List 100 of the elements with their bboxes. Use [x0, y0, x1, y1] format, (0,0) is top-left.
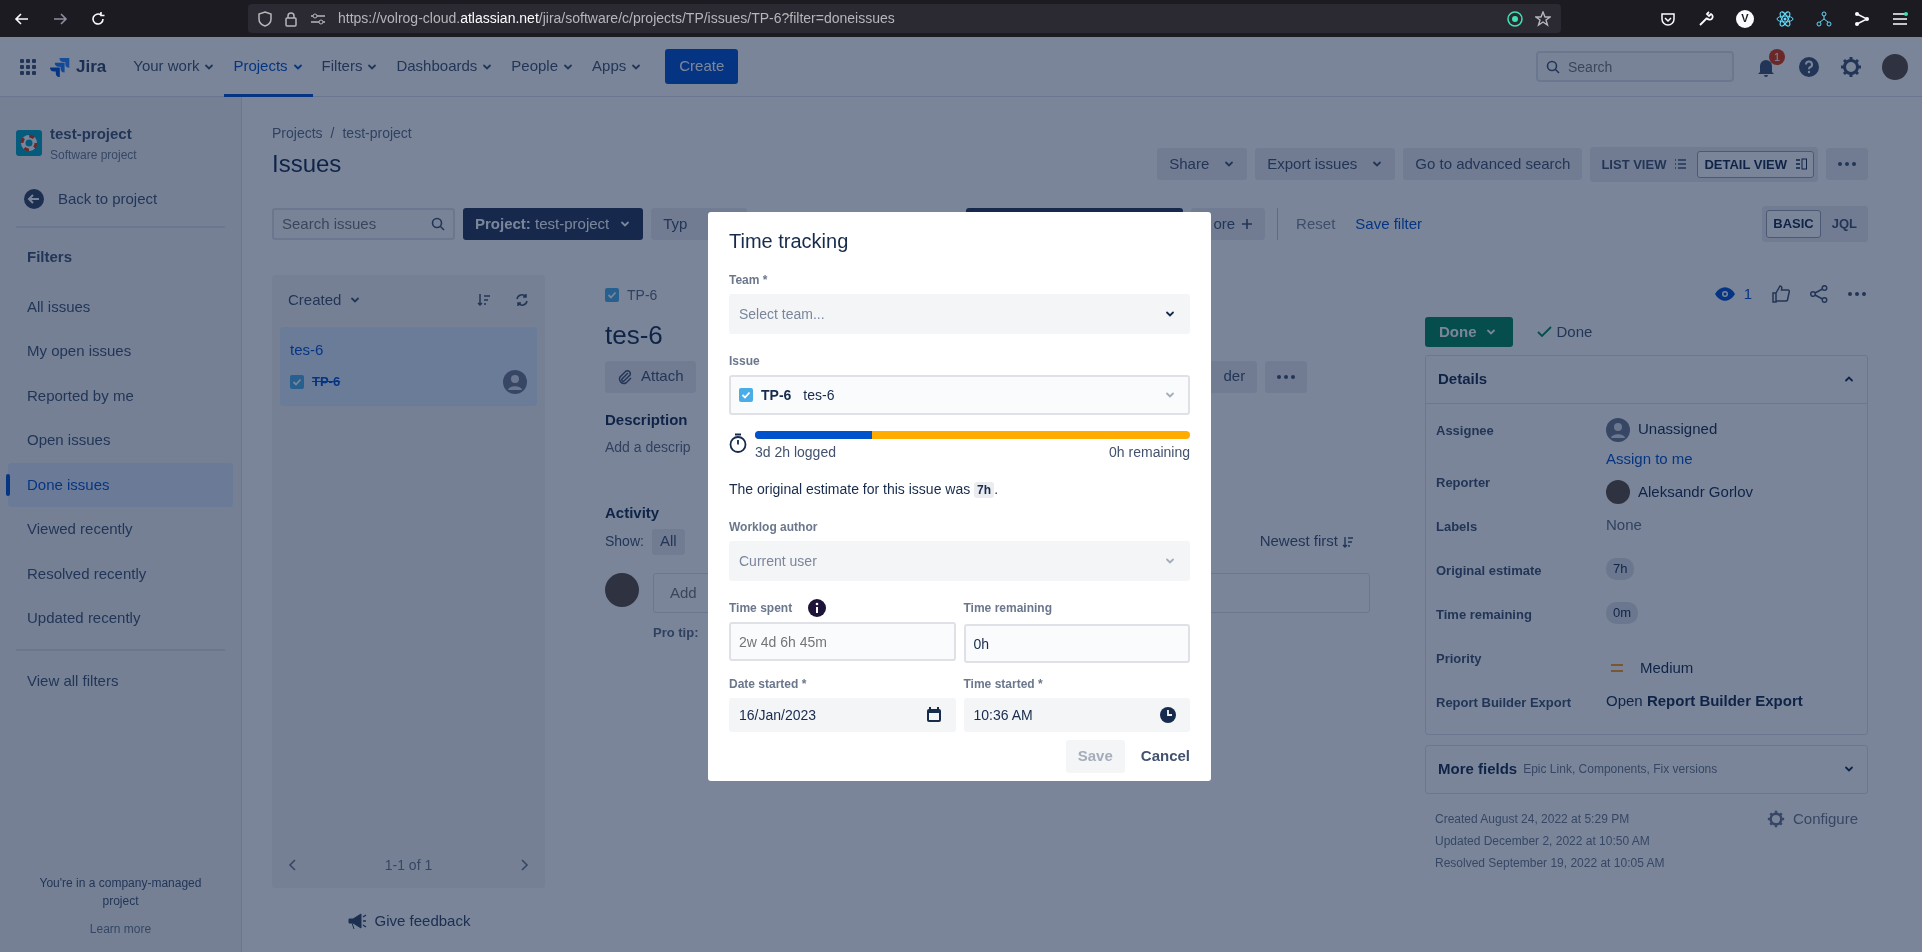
search-mode-toggle[interactable]: JQL — [1824, 210, 1864, 238]
save-filter-link[interactable]: Save filter — [1349, 212, 1428, 235]
plus-icon — [1241, 217, 1254, 230]
filter-item[interactable]: Done issues — [8, 462, 233, 507]
sort-dropdown[interactable]: Created — [288, 288, 362, 311]
cancel-button[interactable]: Cancel — [1128, 740, 1202, 773]
search-field[interactable]: Search — [1536, 51, 1734, 82]
time-remaining-field[interactable]: 0h — [963, 624, 1190, 663]
advanced-search-button[interactable]: Go to advanced search — [1403, 148, 1583, 181]
filter-item[interactable]: Open issues — [8, 418, 233, 463]
more-fields-panel[interactable]: More fields Epic Link, Components, Fix versions — [1425, 745, 1868, 794]
wrench-icon[interactable] — [1698, 10, 1714, 27]
timestamp-text: Resolved September 19, 2022 at 10:05 AM — [1435, 854, 1665, 872]
clock-icon — [1160, 707, 1176, 723]
attach-button[interactable]: Attach — [605, 360, 696, 393]
field-label: Report Builder Export — [1436, 694, 1573, 712]
settings-icon[interactable] — [1840, 55, 1862, 78]
search-mode-toggle[interactable]: BASIC — [1766, 210, 1821, 238]
chevron-right-icon[interactable] — [519, 859, 529, 871]
date-field[interactable]: 16/Jan/2023 — [729, 698, 956, 732]
search-issues-field[interactable]: Search issues — [272, 207, 455, 240]
view-toggle[interactable]: LIST VIEW — [1594, 150, 1694, 178]
issue-summary-link[interactable]: tes-6 — [290, 339, 527, 362]
megaphone-icon — [346, 911, 367, 930]
atom-icon[interactable] — [1776, 9, 1794, 28]
forward-arrow-icon[interactable] — [52, 10, 68, 27]
sort-order-button[interactable]: Newest first — [1259, 530, 1354, 553]
show-label: Show: — [605, 532, 644, 551]
time-spent-field[interactable]: 2w 4d 6h 45m — [729, 622, 956, 661]
issue-card[interactable]: tes-6 TP-6 — [280, 327, 537, 406]
breadcrumb-link[interactable]: Projects — [272, 123, 323, 144]
lock-icon — [284, 10, 298, 27]
pocket-icon[interactable] — [1660, 10, 1676, 27]
filter-item[interactable]: All issues — [8, 284, 233, 329]
network-icon[interactable] — [1816, 10, 1832, 27]
eye-icon[interactable] — [1713, 285, 1736, 302]
filter-item[interactable]: Updated recently — [8, 596, 233, 641]
help-icon[interactable] — [1798, 55, 1820, 78]
details-heading[interactable]: Details — [1438, 368, 1488, 391]
issue-key: TP-6 — [312, 371, 341, 392]
breadcrumb-separator: / — [330, 124, 335, 143]
configure-link[interactable]: Configure — [1792, 807, 1858, 830]
refresh-icon[interactable] — [515, 292, 529, 307]
more-actions-button[interactable] — [1826, 148, 1868, 181]
project-name: test-project — [50, 124, 133, 144]
menu-icon[interactable] — [1892, 11, 1908, 26]
time-field[interactable]: 10:36 AM — [963, 698, 1190, 732]
extension-button[interactable]: V — [1736, 9, 1754, 28]
more-actions-button[interactable] — [1265, 360, 1308, 393]
footer-note: You're in a company-managed project — [38, 875, 203, 910]
field-label: Reporter — [1436, 474, 1492, 492]
learn-more-link[interactable]: Learn more — [89, 920, 152, 938]
field-label: Priority — [1436, 650, 1483, 668]
breadcrumb-link[interactable]: test-project — [342, 123, 412, 144]
report-link[interactable]: Open Report Builder Export — [1606, 690, 1803, 728]
project-filter-button[interactable]: Project: test-project — [463, 207, 644, 240]
reload-icon[interactable] — [90, 10, 106, 27]
search-icon — [431, 216, 445, 231]
filter-item[interactable]: Reported by me — [8, 373, 233, 418]
share-node-icon[interactable] — [1854, 10, 1870, 27]
thumbs-up-icon[interactable] — [1772, 284, 1790, 303]
description-placeholder[interactable]: Add a descrip — [605, 437, 691, 458]
stopwatch-icon — [729, 433, 747, 453]
field-label: Time remaining — [963, 600, 1053, 617]
back-arrow-icon[interactable] — [14, 10, 30, 27]
user-photo — [1606, 480, 1630, 504]
product-name[interactable]: Jira — [76, 53, 107, 80]
assignee-value: Unassigned — [1638, 419, 1718, 440]
issue-key-link[interactable]: TP-6 — [627, 284, 658, 306]
dropdown-button[interactable]: Export issues — [1255, 148, 1396, 181]
assign-to-me-link[interactable]: Assign to me — [1606, 447, 1718, 470]
timestamp-text: Created August 24, 2022 at 5:29 PM — [1435, 810, 1631, 828]
status-button[interactable]: Done — [1425, 317, 1513, 347]
priority-medium-icon — [1610, 663, 1624, 673]
show-all-button[interactable]: All — [651, 528, 685, 555]
checkbox-icon — [739, 388, 753, 402]
filter-item[interactable]: My open issues — [8, 329, 233, 374]
dropdown-button[interactable]: Share — [1157, 148, 1248, 181]
calendar-icon — [925, 707, 942, 723]
chevron-left-icon[interactable] — [288, 859, 298, 871]
share-icon[interactable] — [1810, 284, 1828, 303]
filter-item[interactable]: Resolved recently — [8, 551, 233, 596]
reset-button[interactable]: Reset — [1290, 212, 1342, 235]
feedback-link[interactable]: Give feedback — [374, 909, 471, 932]
jira-logo-icon[interactable] — [50, 56, 70, 77]
issue-select[interactable]: TP-6 tes-6 — [729, 375, 1190, 415]
resolution-text: Done — [1556, 321, 1593, 342]
target-icon[interactable] — [1507, 10, 1523, 27]
info-icon[interactable] — [808, 599, 827, 617]
notification-count: 1 — [1768, 48, 1785, 65]
filter-item[interactable]: Viewed recently — [8, 507, 233, 552]
sort-icon[interactable] — [477, 292, 491, 307]
bell-icon[interactable] — [1756, 57, 1776, 78]
create-button[interactable]: Create — [665, 49, 739, 84]
view-all-filters-link[interactable]: View all filters — [8, 658, 233, 703]
app-grid-icon[interactable] — [20, 58, 36, 75]
view-toggle[interactable]: DETAIL VIEW — [1697, 150, 1814, 178]
team-select[interactable]: Select team... — [729, 294, 1190, 334]
star-icon[interactable] — [1535, 10, 1551, 27]
back-link[interactable]: Back to project — [58, 187, 158, 210]
